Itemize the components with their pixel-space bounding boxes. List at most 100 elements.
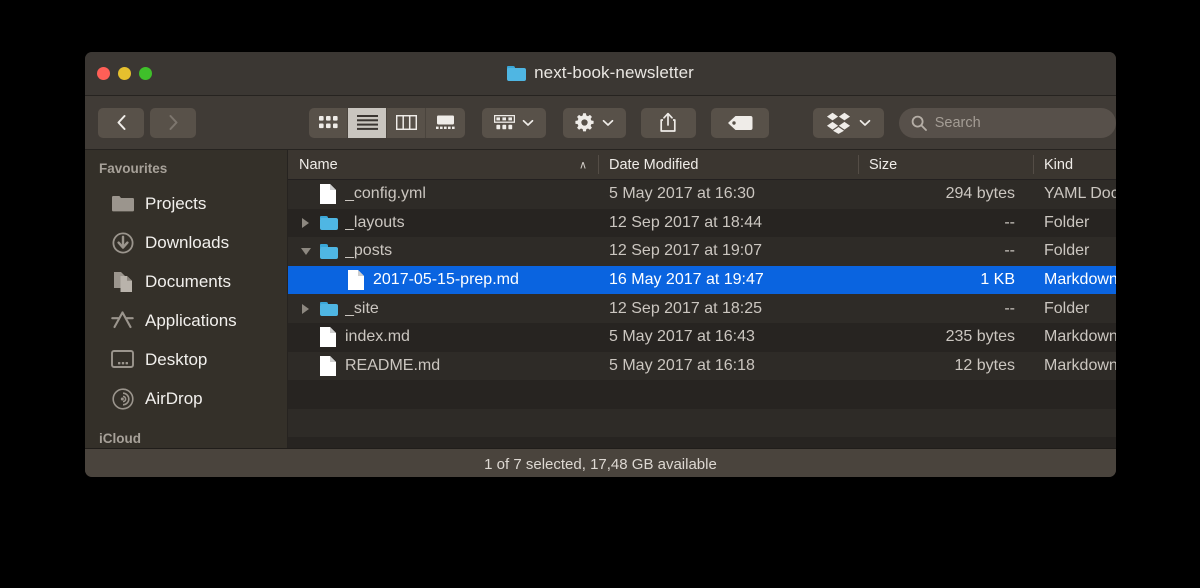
column-header-name[interactable]: Name ∧ <box>288 150 598 179</box>
cell-size: 1 KB <box>980 271 1015 289</box>
column-header-date-modified[interactable]: Date Modified <box>598 150 858 179</box>
search-icon <box>911 115 927 131</box>
sidebar-item-projects[interactable]: Projects <box>85 184 287 223</box>
dropbox-menu-button[interactable] <box>813 107 884 138</box>
table-row[interactable]: index.md 5 May 2017 at 16:43 235 bytes Mark… <box>288 322 1116 352</box>
toolbar: Search <box>85 96 1116 150</box>
cell-size: -- <box>1004 299 1015 317</box>
cell-kind: YAML Docu <box>1044 185 1116 203</box>
share-icon <box>660 112 677 132</box>
file-name: README.md <box>345 356 441 374</box>
cell-date-modified: 5 May 2017 at 16:18 <box>609 356 755 374</box>
chevron-left-icon <box>117 115 125 130</box>
table-row[interactable]: _layouts 12 Sep 2017 at 18:44 -- Folder <box>288 208 1116 238</box>
column-header-label: Kind <box>1044 156 1074 173</box>
cell-kind: Folder <box>1044 242 1090 260</box>
file-list: Name ∧ Date Modified Size Kind _config.y… <box>288 150 1116 448</box>
cell-date-modified: 16 May 2017 at 19:47 <box>609 271 764 289</box>
table-row[interactable]: _config.yml 5 May 2017 at 16:30 294 bytes Y… <box>288 180 1116 209</box>
gallery-view-icon <box>436 115 455 129</box>
list-view-button[interactable] <box>348 107 388 138</box>
action-menu-button[interactable] <box>562 107 627 138</box>
cell-size: 12 bytes <box>954 356 1015 374</box>
empty-row <box>288 408 1116 438</box>
sort-ascending-icon: ∧ <box>578 159 587 171</box>
edit-tags-button[interactable] <box>710 107 770 138</box>
gallery-view-button[interactable] <box>426 108 465 138</box>
table-row[interactable]: README.md 5 May 2017 at 16:18 12 bytes Mark… <box>288 351 1116 381</box>
cell-size: -- <box>1004 213 1015 231</box>
sidebar-item-downloads[interactable]: Downloads <box>85 223 287 262</box>
sidebar-item-documents[interactable]: Documents <box>85 262 287 301</box>
cell-kind: Markdown <box>1044 271 1116 289</box>
back-button[interactable] <box>98 107 144 138</box>
column-header-label: Date Modified <box>609 156 699 173</box>
column-header-size[interactable]: Size <box>858 150 1033 179</box>
table-row[interactable]: 2017-05-15-prep.md 16 May 2017 at 19:47 1 … <box>288 265 1116 295</box>
cell-date-modified: 12 Sep 2017 at 19:07 <box>609 242 763 260</box>
search-field[interactable]: Search <box>898 107 1116 138</box>
finder-window: next-book-newsletter Search Favourites P… <box>85 52 1116 477</box>
column-header-kind[interactable]: Kind <box>1033 150 1116 179</box>
disclosure-triangle[interactable] <box>299 303 312 314</box>
column-view-icon <box>395 115 417 130</box>
window-title: next-book-newsletter <box>85 63 1116 83</box>
window-body: Favourites Projects Downloads Documents … <box>85 150 1116 448</box>
document-icon <box>320 327 337 348</box>
cell-name: index.md <box>288 327 598 348</box>
sidebar-item-airdrop[interactable]: AirDrop <box>85 379 287 418</box>
status-text: 1 of 7 selected, 17,48 GB available <box>484 456 717 473</box>
dropbox-icon <box>826 112 851 134</box>
cell-kind: Folder <box>1044 213 1090 231</box>
cell-name: README.md <box>288 355 598 376</box>
search-placeholder: Search <box>934 114 981 131</box>
icon-view-button[interactable] <box>309 107 349 138</box>
download-icon <box>111 231 134 254</box>
table-row[interactable]: _site 12 Sep 2017 at 18:25 -- Folder <box>288 294 1116 323</box>
sidebar-item-label: Documents <box>145 271 231 291</box>
cell-name: _posts <box>288 241 598 261</box>
file-name: _config.yml <box>345 185 426 203</box>
window-title-text: next-book-newsletter <box>534 63 694 82</box>
document-icon <box>320 184 337 205</box>
cell-name: 2017-05-15-prep.md <box>288 270 598 291</box>
chevron-right-icon <box>169 115 177 130</box>
document-icon <box>348 270 365 291</box>
cell-name: _config.yml <box>288 184 598 205</box>
cell-date-modified: 12 Sep 2017 at 18:25 <box>609 299 763 317</box>
table-row[interactable]: _posts 12 Sep 2017 at 19:07 -- Folder <box>288 237 1116 266</box>
applications-icon <box>111 309 134 332</box>
cell-kind: Folder <box>1044 299 1090 317</box>
chevron-down-icon <box>859 119 871 126</box>
arrange-by-button[interactable] <box>482 107 546 138</box>
file-name: 2017-05-15-prep.md <box>373 271 519 289</box>
sidebar-item-label: Desktop <box>145 349 208 369</box>
cell-size: -- <box>1004 242 1015 260</box>
column-header-label: Name <box>299 156 338 173</box>
sidebar: Favourites Projects Downloads Documents … <box>85 150 288 448</box>
column-view-button[interactable] <box>387 107 427 138</box>
cell-kind: Markdown <box>1044 328 1116 346</box>
disclosure-triangle[interactable] <box>299 247 312 255</box>
document-icon <box>320 355 337 376</box>
file-name: _site <box>345 299 379 317</box>
folder-icon <box>320 299 338 319</box>
sidebar-item-desktop[interactable]: Desktop <box>85 340 287 379</box>
sidebar-item-applications[interactable]: Applications <box>85 301 287 340</box>
file-rows: _config.yml 5 May 2017 at 16:30 294 bytes Y… <box>288 180 1116 448</box>
forward-button[interactable] <box>150 107 196 138</box>
sidebar-item-label: AirDrop <box>145 388 203 408</box>
status-bar: 1 of 7 selected, 17,48 GB available <box>85 448 1116 477</box>
gear-icon <box>575 113 595 132</box>
folder-icon <box>320 241 338 261</box>
sidebar-section-header-icloud: iCloud <box>99 431 141 446</box>
cell-kind: Markdown <box>1044 356 1116 374</box>
share-button[interactable] <box>641 107 696 138</box>
sidebar-item-label: Downloads <box>145 232 230 252</box>
disclosure-triangle[interactable] <box>299 217 312 228</box>
sidebar-item-label: Applications <box>145 310 237 330</box>
view-mode-segmented-control <box>309 107 466 138</box>
sidebar-item-label: Projects <box>145 193 207 213</box>
cell-size: 235 bytes <box>945 328 1015 346</box>
empty-row <box>288 380 1116 409</box>
